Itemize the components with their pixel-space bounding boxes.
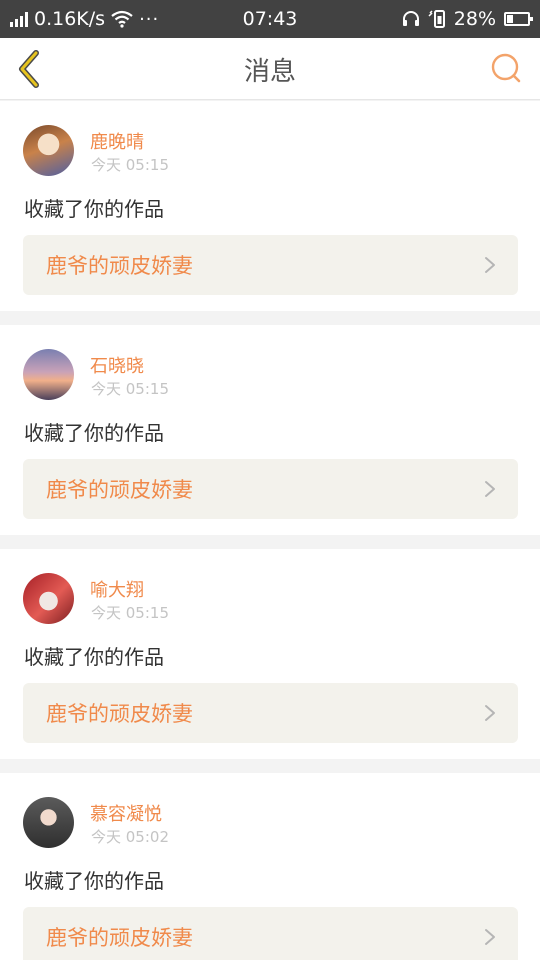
avatar[interactable] bbox=[23, 797, 74, 848]
status-right: 28% bbox=[402, 0, 533, 38]
message-card: 喻大翔 今天 05:15 收藏了你的作品 鹿爷的顽皮娇妻 bbox=[0, 549, 540, 759]
work-title: 鹿爷的顽皮娇妻 bbox=[46, 254, 193, 278]
username[interactable]: 鹿晚晴 bbox=[90, 128, 144, 154]
avatar[interactable] bbox=[23, 573, 74, 624]
phone-signal-icon bbox=[428, 10, 445, 28]
search-button[interactable] bbox=[488, 50, 524, 86]
battery-percent: 28% bbox=[453, 8, 496, 30]
username[interactable]: 喻大翔 bbox=[90, 576, 144, 602]
chevron-right-icon bbox=[485, 481, 495, 497]
work-link[interactable]: 鹿爷的顽皮娇妻 bbox=[23, 459, 518, 519]
message-time: 今天 05:15 bbox=[91, 380, 169, 398]
message-text: 收藏了你的作品 bbox=[24, 421, 164, 445]
message-time: 今天 05:02 bbox=[91, 828, 169, 846]
work-link[interactable]: 鹿爷的顽皮娇妻 bbox=[23, 907, 518, 960]
username[interactable]: 石晓晓 bbox=[90, 352, 144, 378]
message-card: 鹿晚晴 今天 05:15 收藏了你的作品 鹿爷的顽皮娇妻 bbox=[0, 101, 540, 311]
page-title: 消息 bbox=[243, 56, 296, 87]
message-time: 今天 05:15 bbox=[91, 156, 169, 174]
chevron-right-icon bbox=[485, 257, 495, 273]
status-bar: 0.16K/s ··· 07:43 28% bbox=[0, 0, 540, 38]
top-bar: 消息 bbox=[0, 38, 540, 100]
message-text: 收藏了你的作品 bbox=[24, 645, 164, 669]
chevron-right-icon bbox=[485, 929, 495, 945]
message-text: 收藏了你的作品 bbox=[24, 869, 164, 893]
message-list: 鹿晚晴 今天 05:15 收藏了你的作品 鹿爷的顽皮娇妻 石晓晓 今天 05:1… bbox=[0, 101, 540, 960]
work-title: 鹿爷的顽皮娇妻 bbox=[46, 702, 193, 726]
username[interactable]: 慕容凝悦 bbox=[90, 800, 162, 826]
avatar[interactable] bbox=[23, 349, 74, 400]
headphones-icon bbox=[402, 11, 419, 26]
message-card: 慕容凝悦 今天 05:02 收藏了你的作品 鹿爷的顽皮娇妻 bbox=[0, 773, 540, 960]
work-link[interactable]: 鹿爷的顽皮娇妻 bbox=[23, 235, 518, 295]
chevron-right-icon bbox=[485, 705, 495, 721]
battery-icon bbox=[504, 12, 533, 26]
work-link[interactable]: 鹿爷的顽皮娇妻 bbox=[23, 683, 518, 743]
message-time: 今天 05:15 bbox=[91, 604, 169, 622]
work-title: 鹿爷的顽皮娇妻 bbox=[46, 926, 193, 950]
message-card: 石晓晓 今天 05:15 收藏了你的作品 鹿爷的顽皮娇妻 bbox=[0, 325, 540, 535]
work-title: 鹿爷的顽皮娇妻 bbox=[46, 478, 193, 502]
message-text: 收藏了你的作品 bbox=[24, 197, 164, 221]
avatar[interactable] bbox=[23, 125, 74, 176]
search-icon bbox=[491, 53, 521, 83]
